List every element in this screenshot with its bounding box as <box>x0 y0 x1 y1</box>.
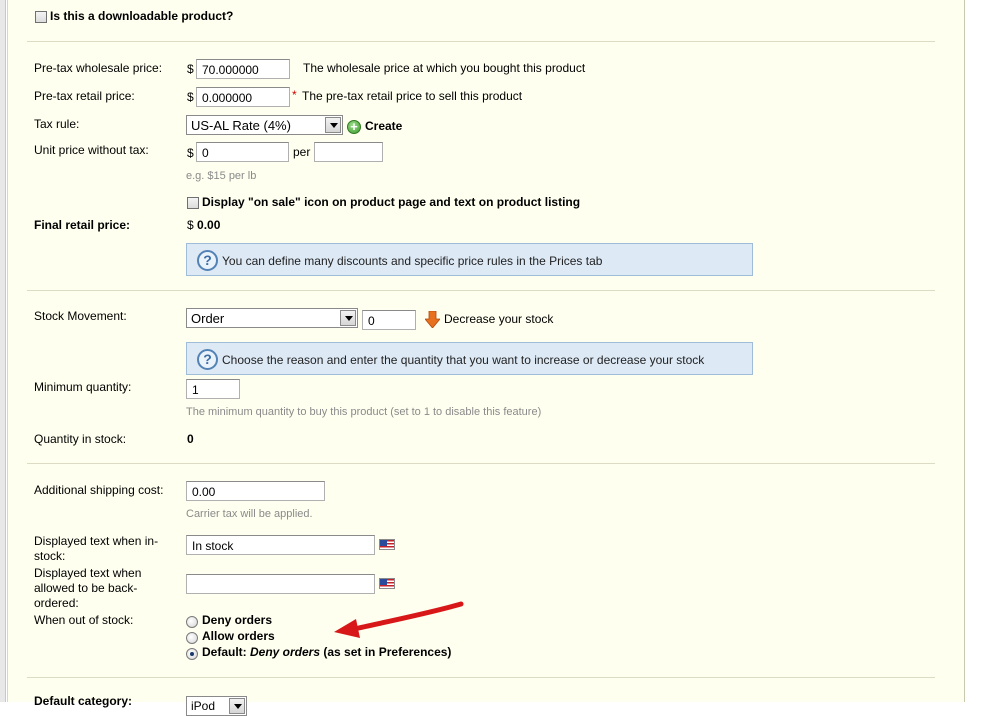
unit-input[interactable] <box>314 142 383 162</box>
page-margin <box>965 0 1001 702</box>
help-icon: ? <box>197 349 218 370</box>
prices-info-text: You can define many discounts and specif… <box>222 254 603 268</box>
in-stock-text-label: Displayed text when in- stock: <box>34 534 158 564</box>
unit-price-label: Unit price without tax: <box>34 143 149 157</box>
quantity-in-stock-label: Quantity in stock: <box>34 432 127 446</box>
out-of-stock-label: When out of stock: <box>34 613 134 627</box>
chevron-down-icon <box>340 310 356 326</box>
on-sale-label: Display "on sale" icon on product page a… <box>202 195 581 209</box>
wholesale-price-input[interactable]: 70.000000 <box>196 59 290 79</box>
create-tax-rule-link[interactable]: Create <box>365 119 402 133</box>
stock-quantity-input[interactable]: 0 <box>362 310 416 330</box>
final-price-value-row: $ 0.00 <box>187 218 220 232</box>
unit-price-input[interactable]: 0 <box>196 142 289 162</box>
backorder-text-label-line: ordered: <box>34 596 79 610</box>
stock-movement-select[interactable]: Order <box>186 308 358 328</box>
language-flag-icon[interactable] <box>379 578 395 589</box>
in-stock-text-input[interactable]: In stock <box>186 535 375 555</box>
downloadable-label: Is this a downloadable product? <box>50 9 234 23</box>
allow-orders-label: Allow orders <box>202 629 275 643</box>
retail-price-label: Pre-tax retail price: <box>34 89 135 103</box>
backorder-text-label-line: allowed to be back- <box>34 581 138 595</box>
in-stock-text-label-line: Displayed text when in- <box>34 534 159 548</box>
downloadable-checkbox[interactable] <box>35 11 47 23</box>
chevron-down-icon <box>229 698 245 714</box>
add-icon[interactable]: + <box>347 120 361 134</box>
on-sale-checkbox[interactable] <box>187 197 199 209</box>
minimum-quantity-input[interactable]: 1 <box>186 379 240 399</box>
quantity-in-stock-value: 0 <box>187 432 194 446</box>
deny-orders-label: Deny orders <box>202 613 273 627</box>
wholesale-help-text: The wholesale price at which you bought … <box>303 61 586 75</box>
additional-shipping-input[interactable]: 0.00 <box>186 481 325 501</box>
retail-currency: $ <box>187 90 194 104</box>
default-suffix: (as set in Preferences) <box>320 645 452 659</box>
default-orders-label: Default: Deny orders (as set in Preferen… <box>202 645 451 659</box>
carrier-tax-hint: Carrier tax will be applied. <box>186 508 313 520</box>
help-icon: ? <box>197 250 218 271</box>
tax-rule-selected: US-AL Rate (4%) <box>191 118 291 133</box>
backorder-text-input[interactable] <box>186 574 375 594</box>
allow-orders-radio[interactable] <box>186 632 198 644</box>
default-prefix: Default: <box>202 645 250 659</box>
default-value: Deny orders <box>250 645 321 659</box>
wholesale-price-label: Pre-tax wholesale price: <box>34 61 163 75</box>
default-orders-radio[interactable] <box>186 648 198 660</box>
default-category-label: Default category: <box>34 694 133 708</box>
section-divider <box>27 677 935 678</box>
minimum-quantity-hint: The minimum quantity to buy this product… <box>186 406 542 418</box>
final-price-currency: $ <box>187 218 194 232</box>
final-price-label: Final retail price: <box>34 218 131 232</box>
arrow-down-icon <box>425 311 440 328</box>
tax-rule-label: Tax rule: <box>34 117 80 131</box>
prices-info-box: ? You can define many discounts and spec… <box>186 243 753 276</box>
stock-action-label: Decrease your stock <box>444 312 554 326</box>
section-divider <box>27 463 935 464</box>
left-scroll-edge <box>0 0 6 702</box>
per-label: per <box>293 145 311 159</box>
unit-price-hint: e.g. $15 per lb <box>186 170 257 182</box>
required-mark: * <box>292 88 297 102</box>
section-divider <box>27 41 935 42</box>
deny-orders-radio[interactable] <box>186 616 198 628</box>
unit-price-currency: $ <box>187 146 194 160</box>
language-flag-icon[interactable] <box>379 539 395 550</box>
tax-rule-select[interactable]: US-AL Rate (4%) <box>186 115 343 135</box>
backorder-text-label: Displayed text when allowed to be back- … <box>34 566 141 611</box>
in-stock-text-label-line: stock: <box>34 549 66 563</box>
retail-price-input[interactable]: 0.000000 <box>196 87 290 107</box>
additional-shipping-label: Additional shipping cost: <box>34 483 164 497</box>
wholesale-currency: $ <box>187 62 194 76</box>
stock-movement-selected: Order <box>191 311 225 326</box>
retail-help-text: The pre-tax retail price to sell this pr… <box>302 89 523 103</box>
annotation-arrow-icon <box>334 601 464 638</box>
backorder-text-label-line: Displayed text when <box>34 566 142 580</box>
stock-info-text: Choose the reason and enter the quantity… <box>222 353 705 367</box>
minimum-quantity-label: Minimum quantity: <box>34 380 132 394</box>
stock-info-box: ? Choose the reason and enter the quanti… <box>186 342 753 375</box>
chevron-down-icon <box>325 117 341 133</box>
default-category-selected: iPod <box>191 699 216 713</box>
section-divider <box>27 290 935 291</box>
stock-movement-label: Stock Movement: <box>34 309 127 323</box>
final-price-value: 0.00 <box>197 218 221 232</box>
default-category-select[interactable]: iPod <box>186 696 247 716</box>
